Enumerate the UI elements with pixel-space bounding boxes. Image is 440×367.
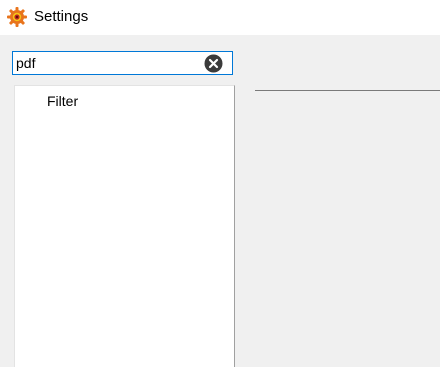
tree-item-filter[interactable]: Filter [47,93,78,109]
title-bar: Settings [0,0,440,35]
settings-app-icon [7,7,27,27]
settings-tree[interactable]: Filter [14,85,235,367]
search-input[interactable] [16,54,196,72]
clear-search-icon[interactable] [204,54,223,73]
search-box[interactable] [12,51,233,75]
content-header-divider [255,90,440,91]
window-title: Settings [34,8,89,25]
